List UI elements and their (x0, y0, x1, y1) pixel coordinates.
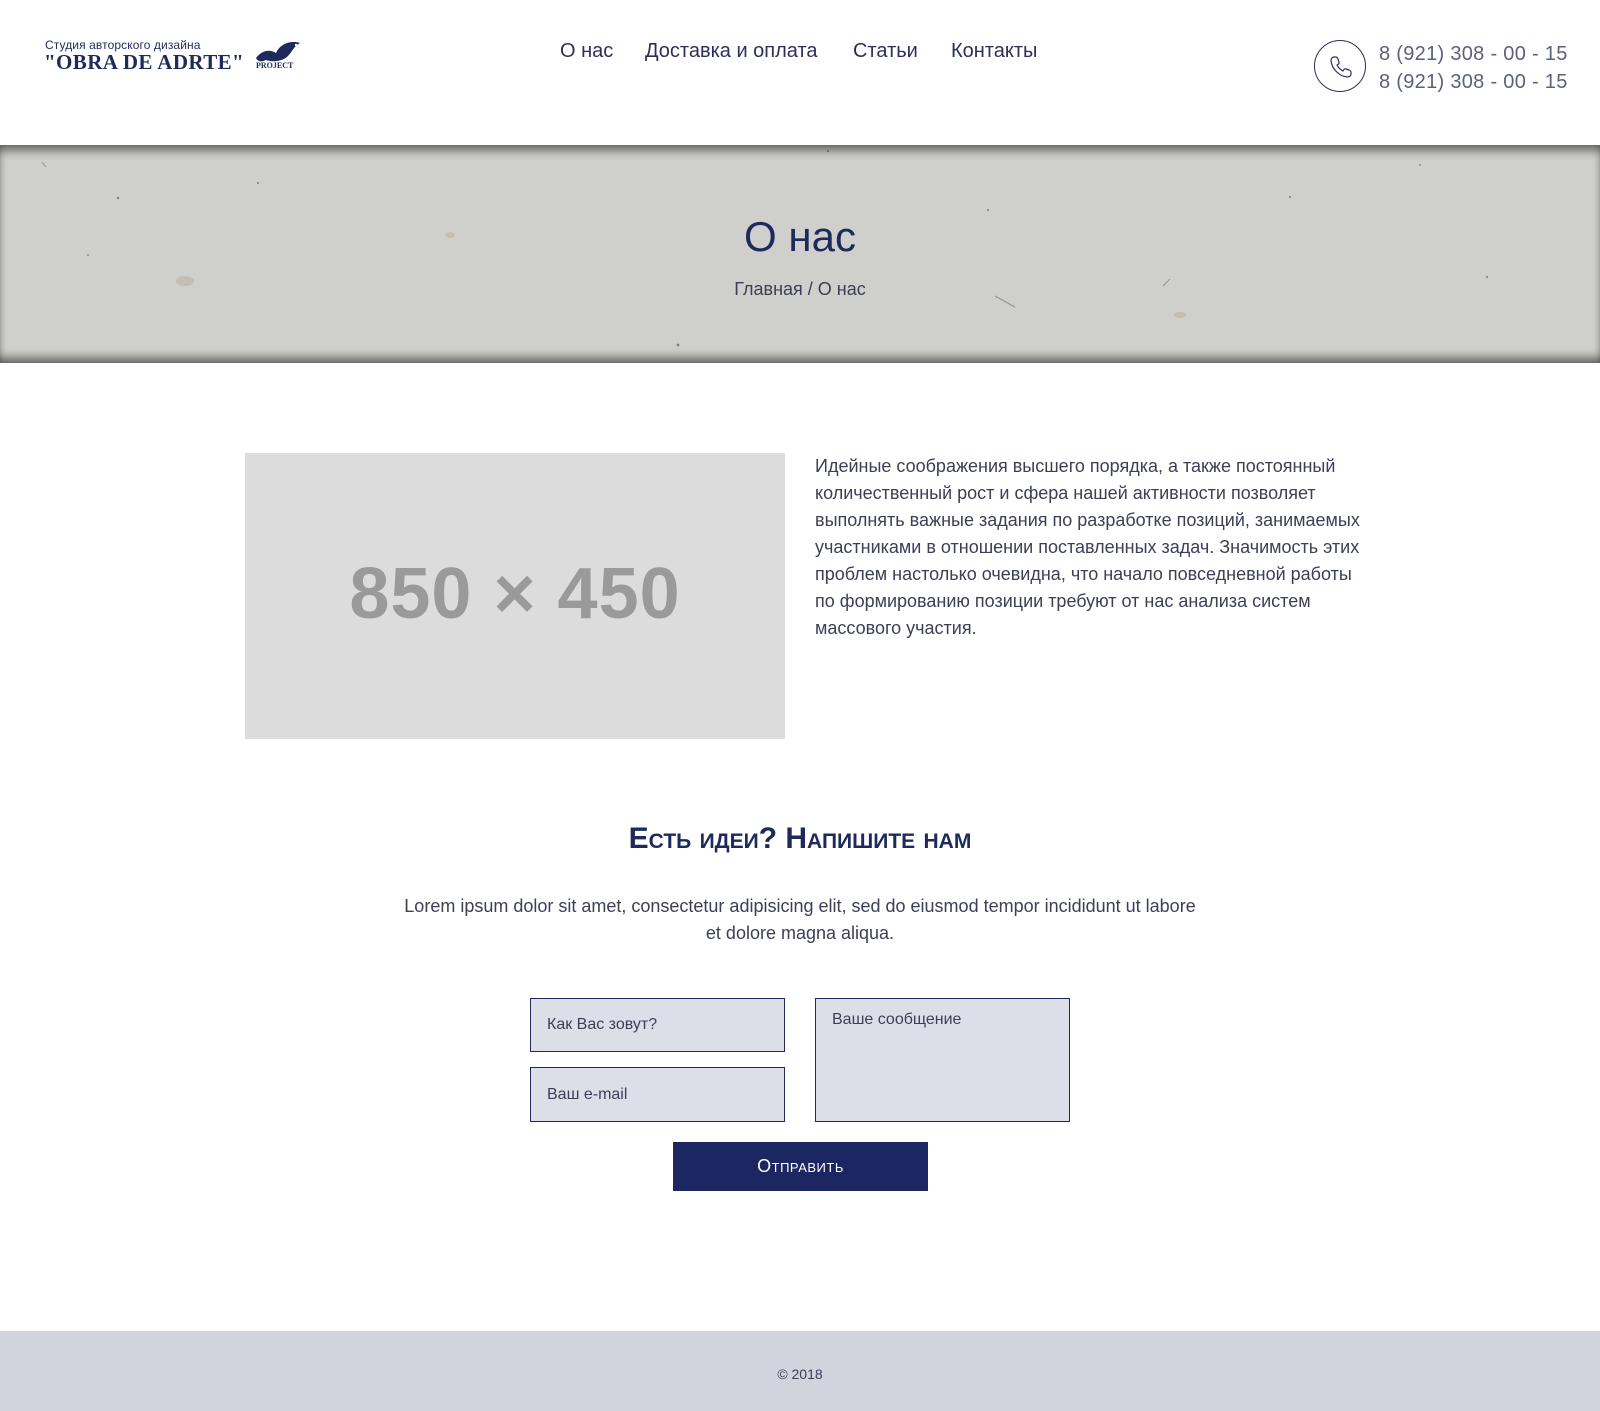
site-footer: © 2018 (0, 1331, 1600, 1411)
phone-numbers: 8 (921) 308 - 00 - 15 8 (921) 308 - 00 -… (1379, 40, 1568, 96)
page-title: О нас (744, 213, 856, 260)
nav-item-contacts[interactable]: Контакты (951, 40, 1037, 63)
page-banner: О нас Главная / О нас (0, 145, 1600, 363)
breadcrumb: Главная / О нас (0, 279, 1600, 300)
contact-title: Есть идеи? Напишите нам (628, 822, 972, 855)
copyright: © 2018 (777, 1366, 823, 1382)
nav-item-articles[interactable]: Статьи (853, 40, 918, 63)
about-text: Идейные соображения высшего порядка, а т… (815, 456, 1360, 638)
email-input[interactable] (530, 1067, 785, 1122)
phone-number-1[interactable]: 8 (921) 308 - 00 - 15 (1379, 40, 1568, 68)
message-textarea[interactable] (815, 998, 1070, 1122)
breadcrumb-separator: / (802, 279, 818, 299)
contact-description: Lorem ipsum dolor sit amet, consectetur … (404, 896, 1196, 943)
nav-item-delivery[interactable]: Доставка и оплата (645, 40, 818, 63)
name-input[interactable] (530, 998, 785, 1052)
breadcrumb-current: О нас (817, 279, 866, 299)
nav-item-about[interactable]: О нас (560, 40, 613, 63)
phone-number-2[interactable]: 8 (921) 308 - 00 - 15 (1379, 68, 1568, 96)
about-image-placeholder: 850 × 450 (245, 453, 785, 739)
phone-icon (1314, 40, 1366, 92)
breadcrumb-home[interactable]: Главная (734, 279, 803, 299)
placeholder-size-label: 850 × 450 (349, 554, 681, 634)
submit-button[interactable]: Отправить (673, 1142, 928, 1191)
site-header: Студия авторского дизайна "OBRA DE ADRTE… (0, 0, 1600, 145)
